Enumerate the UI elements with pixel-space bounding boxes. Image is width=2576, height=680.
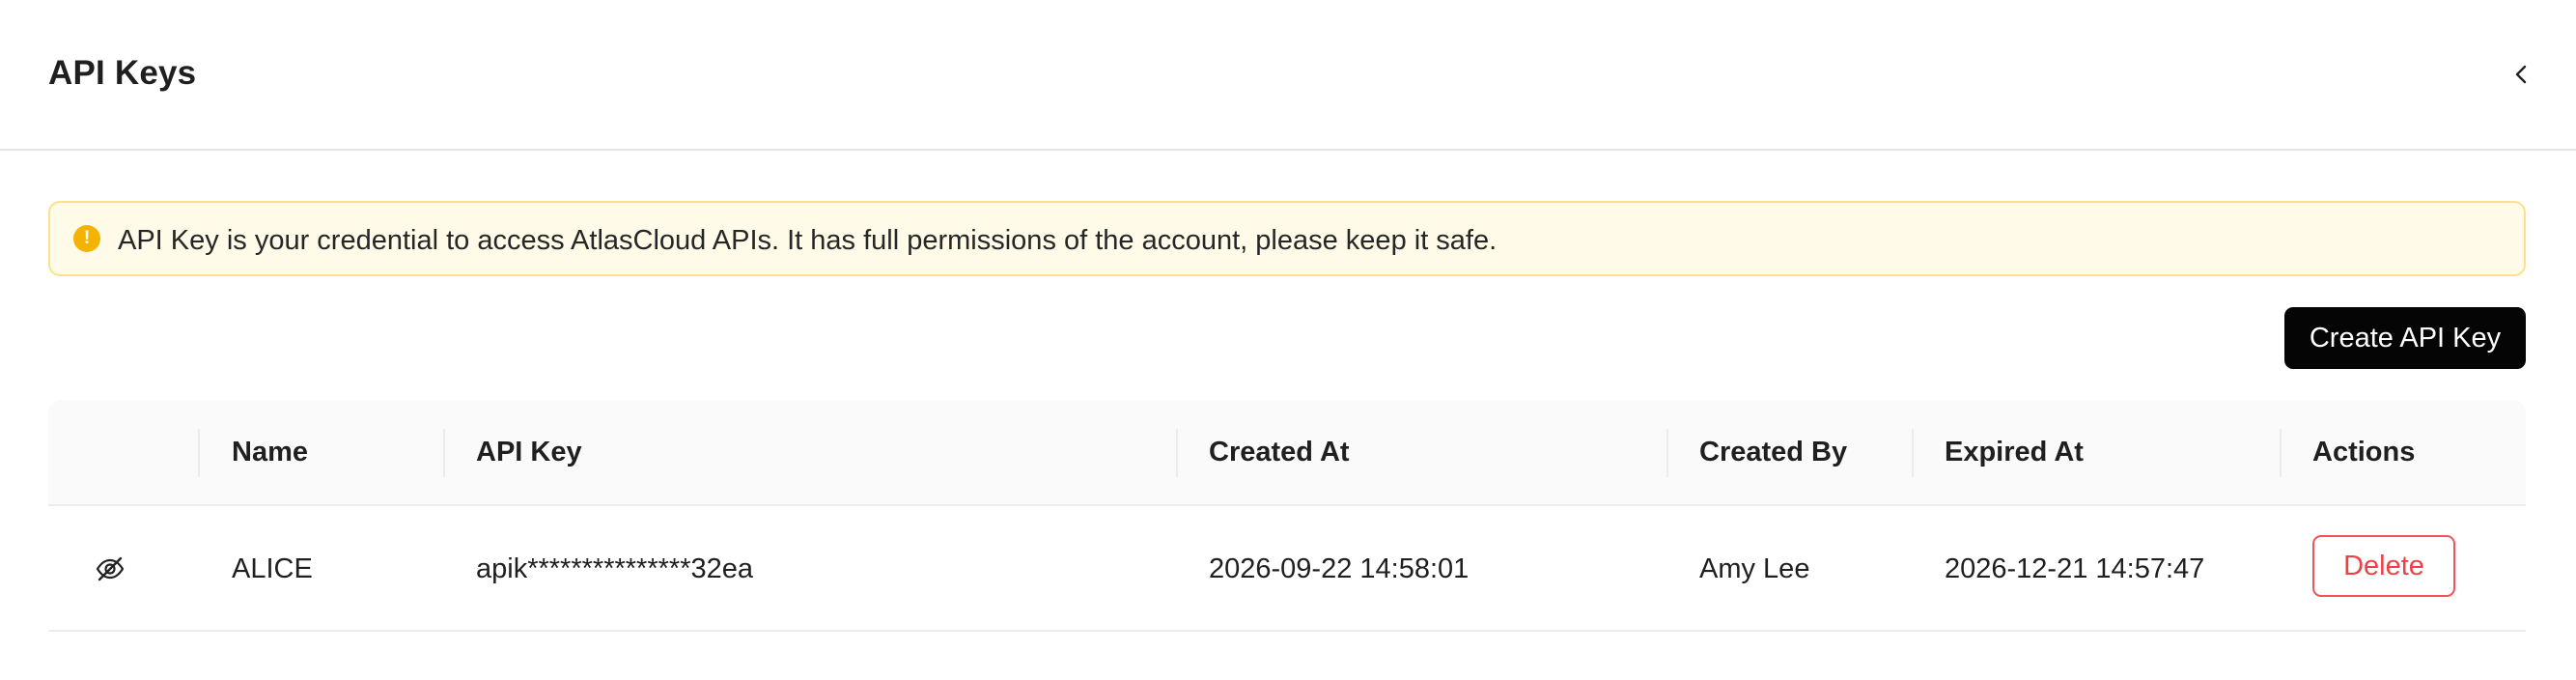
notice-text: API Key is your credential to access Atl… bbox=[118, 225, 1498, 256]
chevron-left-icon[interactable] bbox=[2506, 60, 2535, 89]
column-divider bbox=[1176, 429, 1178, 477]
eye-off-icon[interactable] bbox=[95, 553, 126, 584]
column-header-actions: Actions bbox=[2312, 437, 2416, 468]
column-header-api-key: API Key bbox=[476, 437, 582, 468]
notice-banner: ! API Key is your credential to access A… bbox=[48, 201, 2526, 276]
page-title: API Keys bbox=[48, 54, 197, 92]
column-header-created-by: Created By bbox=[1699, 437, 1848, 468]
column-header-expired-at: Expired At bbox=[1945, 437, 2084, 468]
column-divider bbox=[198, 429, 200, 477]
column-divider bbox=[443, 429, 445, 477]
masked-api-key: apik***************32ea bbox=[476, 553, 753, 584]
key-name: ALICE bbox=[232, 553, 313, 584]
column-header-created-at: Created At bbox=[1209, 437, 1350, 468]
api-keys-table: Name API Key Created At Created By Expir… bbox=[48, 400, 2526, 632]
delete-button[interactable]: Delete bbox=[2312, 535, 2455, 597]
created-by: Amy Lee bbox=[1699, 553, 1810, 584]
page-header: API Keys bbox=[0, 0, 2576, 151]
table-row: ALICE apik***************32ea 2026-09-22… bbox=[48, 506, 2526, 632]
column-divider bbox=[1912, 429, 1914, 477]
column-divider bbox=[2280, 429, 2282, 477]
warning-circle-icon: ! bbox=[73, 225, 100, 252]
column-divider bbox=[1666, 429, 1668, 477]
table-header: Name API Key Created At Created By Expir… bbox=[48, 400, 2526, 506]
created-at: 2026-09-22 14:58:01 bbox=[1209, 553, 1470, 584]
column-header-name: Name bbox=[232, 437, 308, 468]
create-api-key-button[interactable]: Create API Key bbox=[2284, 307, 2526, 369]
expired-at: 2026-12-21 14:57:47 bbox=[1945, 553, 2205, 584]
